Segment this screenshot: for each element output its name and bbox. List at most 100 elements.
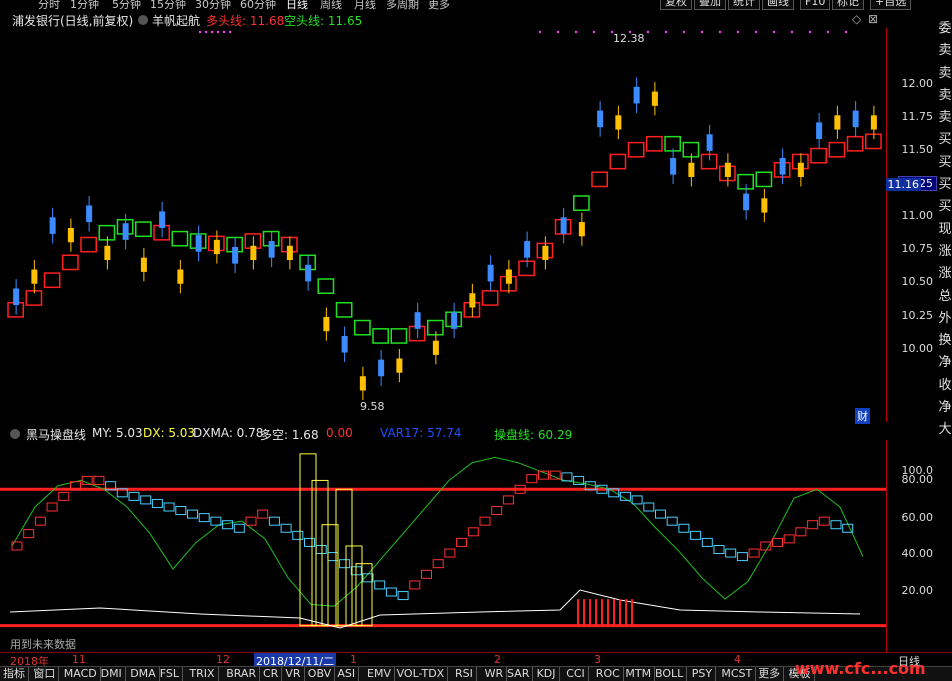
fuquan-button[interactable]: 复权 (660, 0, 692, 10)
indicator-tab[interactable]: RSI (452, 667, 477, 681)
period-tab[interactable]: 15分钟 (150, 0, 186, 10)
side-panel-label: 换 (938, 333, 952, 349)
price-tick: 12.00 (901, 77, 934, 90)
indicator-tab[interactable]: VOL-TDX (394, 667, 449, 681)
candle-body (232, 246, 239, 264)
side-panel-label: 卖 (938, 43, 952, 59)
candle-body (13, 288, 20, 306)
indicator-menu-icon[interactable] (138, 12, 151, 26)
indicator-tab[interactable]: MACD (61, 667, 101, 681)
volume-box (355, 563, 373, 627)
price-tick: 10.00 (901, 342, 934, 355)
period-tab[interactable]: 更多 (428, 0, 450, 10)
red-value: 0.00 (326, 426, 353, 440)
candle-body (706, 134, 713, 151)
step-box (23, 529, 35, 539)
indicator-chart[interactable] (0, 440, 886, 652)
ribbon-bar (43, 272, 61, 289)
price-axis: 12.00 11.75 11.50 11.00 10.75 10.50 10.2… (885, 28, 939, 422)
indicator-tab[interactable]: DMI (98, 667, 126, 681)
ribbon-bar (354, 319, 371, 336)
price-tick: 10.75 (901, 242, 934, 255)
step-box (643, 502, 655, 512)
candle-body (505, 269, 512, 284)
stats-button[interactable]: 统计 (728, 0, 760, 10)
indicator-tab[interactable]: BOLL (652, 667, 688, 681)
indicator-tab[interactable]: PSY (689, 667, 717, 681)
indicator-tab[interactable]: FSL (157, 667, 184, 681)
period-tab[interactable]: 月线 (354, 0, 376, 10)
indicator-tab[interactable]: BRAR (223, 667, 261, 681)
step-box (280, 523, 292, 533)
side-panel-label: 外 (938, 310, 952, 326)
mark-button[interactable]: 标记 (832, 0, 864, 10)
candle-body (414, 312, 421, 329)
side-panel-label: 涨 (938, 266, 952, 282)
indicator-tab[interactable]: MCST (718, 667, 757, 681)
side-panel-label: 涨 (938, 243, 952, 259)
close-icon[interactable]: ⊠ (868, 12, 878, 26)
indicator-tab[interactable]: ROC (593, 667, 624, 681)
green-curve (11, 456, 864, 607)
diamond-icon[interactable]: ◇ (852, 12, 861, 26)
indicator-tab[interactable]: KDJ (534, 667, 560, 681)
period-tab[interactable]: 30分钟 (195, 0, 231, 10)
signal-dot (790, 30, 794, 34)
period-tab[interactable]: 60分钟 (240, 0, 276, 10)
step-box (467, 527, 479, 537)
period-tab[interactable]: 5分钟 (112, 0, 141, 10)
step-box (397, 591, 409, 601)
step-box (432, 559, 444, 569)
indicator-tab[interactable]: MTM (622, 667, 656, 681)
candlestick-chart[interactable]: 12.38 9.58 (0, 28, 886, 422)
indicator-tab[interactable]: ASI (334, 667, 360, 681)
side-panel-label: 卖 (938, 110, 952, 126)
period-tab-active[interactable]: 日线 (286, 0, 308, 10)
signal-dot (682, 30, 686, 34)
indicator-tab[interactable]: 指标 (0, 667, 29, 681)
period-tab[interactable]: 1分钟 (70, 0, 99, 10)
candle-body (177, 269, 184, 284)
indicator-tab[interactable]: TRIX (186, 667, 219, 681)
indicator-tab[interactable]: VR (282, 667, 305, 681)
indicator-tab[interactable]: DMA (127, 667, 160, 681)
draw-button[interactable]: 画线 (762, 0, 794, 10)
candle-body (359, 376, 366, 391)
signal-dot (772, 30, 776, 34)
signal-dot (198, 30, 202, 34)
indicator-tab[interactable]: SAR (504, 667, 534, 681)
period-tab[interactable]: 周线 (320, 0, 342, 10)
signal-dot (228, 30, 232, 34)
dx-value: DX: 5.03 (143, 426, 196, 440)
step-box (374, 580, 386, 590)
candle-body (268, 241, 275, 258)
candle-body (104, 245, 111, 261)
indicator-tab[interactable]: 窗口 (30, 667, 60, 681)
indicator-name: 羊帆起航 (152, 14, 201, 28)
signal-dot (592, 30, 596, 34)
step-box (502, 495, 514, 505)
step-box (93, 475, 105, 485)
main-chart-title-row: 浦发银行(日线,前复权) 羊帆起航 多头线: 11.68 空头线: 11.65 … (0, 11, 885, 29)
indicator-tab[interactable]: 更多 (755, 667, 785, 681)
indicator-tab[interactable]: CR (260, 667, 283, 681)
indicator-tab[interactable]: CCI (563, 667, 589, 681)
side-panel-label: 净 (938, 400, 952, 416)
quote-side-panel: 委卖卖卖卖买买买买现涨涨总外换净收净大 (938, 18, 952, 458)
side-panel-label: 买 (938, 199, 952, 215)
finance-button[interactable]: 财 (855, 408, 870, 424)
date-label: 3 (594, 653, 601, 666)
indicator-tab[interactable]: EMV (364, 667, 395, 681)
step-box (772, 537, 783, 547)
f10-button[interactable]: F10 (800, 0, 831, 10)
period-tab[interactable]: 分时 (38, 0, 60, 10)
indicator-menu-icon[interactable] (10, 426, 23, 440)
indicator-tab[interactable]: OBV (305, 667, 336, 681)
indicator-tick: 20.00 (901, 584, 934, 597)
overlay-button[interactable]: 叠加 (694, 0, 726, 10)
add-watchlist-button[interactable]: +自选 (870, 0, 912, 10)
step-box (385, 587, 397, 597)
period-tab[interactable]: 多周期 (386, 0, 419, 10)
candle-body (670, 158, 677, 175)
step-box (807, 520, 819, 530)
